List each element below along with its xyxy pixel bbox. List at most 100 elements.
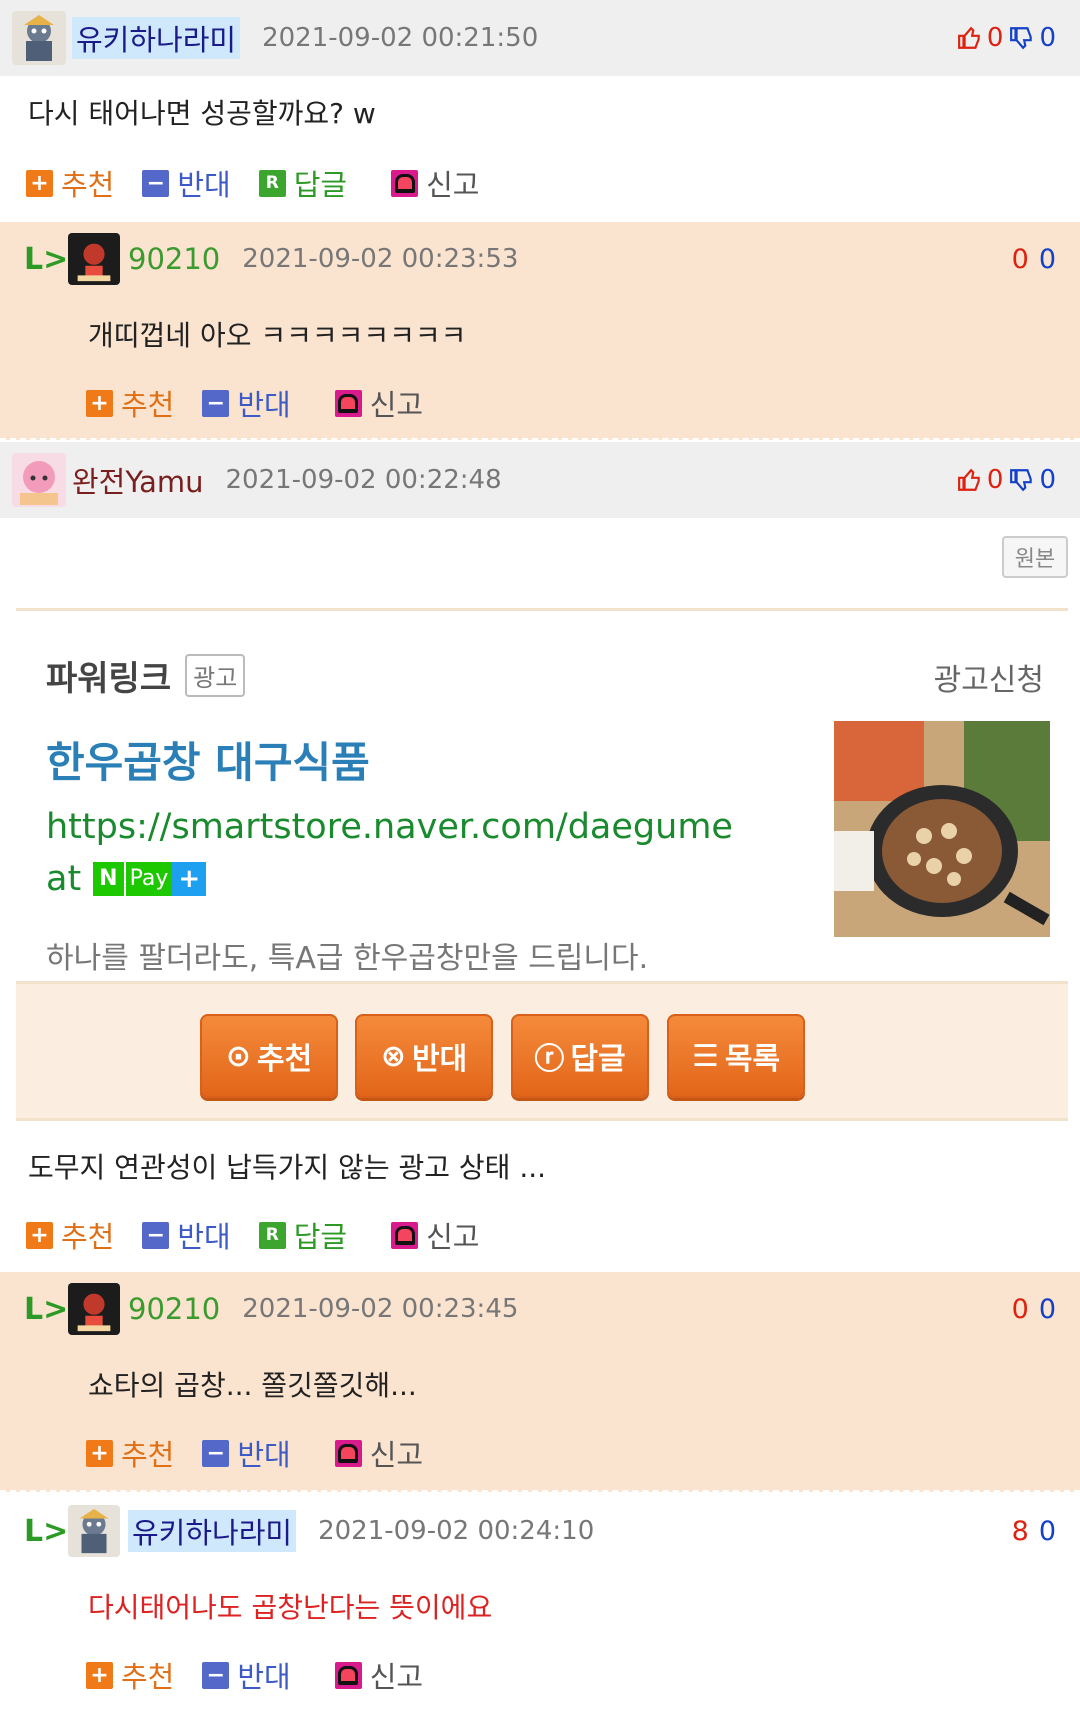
report-button[interactable]: 신고: [391, 162, 480, 204]
recommend-label: 추천: [61, 168, 115, 202]
siren-icon: [334, 1439, 362, 1467]
oppose-button[interactable]: − 반대: [142, 1214, 231, 1256]
ad-title[interactable]: 한우곱창 대구식품: [46, 729, 370, 790]
reply-arrow-icon: L>: [24, 1291, 69, 1327]
user-nickname[interactable]: 완전Yamu: [72, 459, 203, 501]
reply-button[interactable]: R 답글: [258, 162, 348, 204]
report-button[interactable]: 신고: [391, 1214, 480, 1256]
up-count: 0: [986, 23, 1004, 53]
siren-icon: [391, 1221, 419, 1249]
board-list-button[interactable]: ☰ 목록: [667, 1014, 805, 1098]
board-recommend-button[interactable]: ⊙ 추천: [200, 1014, 338, 1098]
reply-item: L> 유키하나라미 2021-09-02 00:24:10 80 다시태어나도 …: [0, 1494, 1080, 1711]
user-nickname[interactable]: 90210: [128, 242, 220, 276]
reply-up-count: 8: [1011, 1515, 1029, 1547]
down-count: 0: [1039, 465, 1056, 495]
oppose-button[interactable]: − 반대: [142, 162, 231, 204]
npay-badge: N Pay +: [93, 862, 207, 896]
oppose-button[interactable]: − 반대: [202, 1654, 291, 1696]
oppose-button[interactable]: − 반대: [202, 382, 291, 424]
oppose-label: 반대: [177, 1220, 231, 1254]
report-button[interactable]: 신고: [334, 382, 424, 424]
original-button[interactable]: 원본: [1002, 536, 1068, 578]
comment-header: 완전Yamu 2021-09-02 00:22:48 0 0: [0, 442, 1080, 518]
ad-url[interactable]: https://smartstore.naver.com/daegume at …: [46, 801, 733, 905]
reply-text: 다시태어나도 곱창난다는 뜻이에요: [88, 1591, 493, 1624]
report-label: 신고: [426, 1220, 480, 1254]
reply-text: 개띠껍네 아오 ㅋㅋㅋㅋㅋㅋㅋㅋ: [88, 319, 467, 352]
thumb-down-icon[interactable]: [1009, 25, 1035, 51]
user-avatar[interactable]: [68, 1505, 120, 1557]
ad-description: 하나를 팔더라도, 특A급 한우곱창만을 드립니다.: [46, 941, 649, 976]
reply-time: 2021-09-02 00:23:45: [242, 1294, 519, 1324]
board-oppose-button[interactable]: ⊗ 반대: [355, 1014, 493, 1098]
oppose-label: 반대: [237, 1438, 291, 1472]
reply-header: L> 90210 2021-09-02 00:23:53 00: [0, 224, 1080, 294]
reply-label: 답글: [293, 168, 348, 202]
circle-r-icon: ⓡ: [534, 1042, 565, 1077]
npay-pay-label: Pay: [125, 862, 173, 896]
reply-item: L> 90210 2021-09-02 00:23:45 00 쇼타의 곱창..…: [0, 1272, 1080, 1492]
reply-down-count: 0: [1038, 1515, 1056, 1547]
thumb-up-icon[interactable]: [957, 25, 983, 51]
plus-icon: +: [86, 1439, 113, 1467]
recommend-button[interactable]: + 추천: [86, 382, 174, 424]
reply-votes: 00: [1012, 244, 1056, 275]
board-reply-button[interactable]: ⓡ 답글: [511, 1014, 649, 1098]
ad-header: 파워링크 광고: [46, 651, 246, 700]
thumb-down-icon[interactable]: [1009, 467, 1035, 493]
vote-counts: 0 0: [951, 23, 1056, 53]
recommend-button[interactable]: + 추천: [86, 1432, 174, 1474]
user-nickname[interactable]: 90210: [128, 1292, 220, 1326]
recommend-label: 추천: [121, 1660, 175, 1694]
comment-actions: + 추천 − 반대 R 답글 신고: [26, 1214, 508, 1256]
ad-food-image[interactable]: [834, 721, 1050, 937]
oppose-label: 반대: [237, 388, 291, 422]
npay-n-icon: N: [93, 862, 124, 896]
reply-button[interactable]: R 답글: [258, 1214, 347, 1256]
ad-apply-link[interactable]: 광고신청: [934, 655, 1044, 699]
minus-icon: −: [142, 169, 170, 197]
board-recommend-label: 추천: [256, 1042, 313, 1077]
recommend-button[interactable]: + 추천: [26, 1214, 114, 1256]
reply-arrow-icon: L>: [24, 1513, 69, 1549]
plus-icon: +: [26, 169, 53, 197]
ad-url-line: https://smartstore.naver.com/daegume: [46, 807, 733, 847]
reply-item: L> 90210 2021-09-02 00:23:53 00 개띠껍네 아오 …: [0, 222, 1080, 440]
user-avatar[interactable]: [12, 11, 66, 65]
comment-actions: + 추천 − 반대 R 답글 신고: [26, 162, 508, 204]
report-button[interactable]: 신고: [334, 1432, 424, 1474]
user-nickname[interactable]: 유키하나라미: [128, 1510, 297, 1552]
comment-text: 다시 태어나면 성공할까요? w: [28, 97, 376, 130]
report-button[interactable]: 신고: [334, 1654, 424, 1696]
reply-actions: + 추천 − 반대 신고: [86, 1654, 451, 1696]
powerlink-label: 파워링크: [46, 659, 172, 699]
minus-icon: −: [202, 1439, 230, 1467]
board-oppose-label: 반대: [411, 1042, 468, 1077]
comment-header: 유키하나라미 2021-09-02 00:21:50 0 0: [0, 0, 1080, 76]
reply-votes: 80: [1012, 1516, 1056, 1547]
user-avatar[interactable]: [68, 1283, 120, 1335]
reply-down-count: 0: [1038, 243, 1056, 275]
report-label: 신고: [369, 1660, 424, 1694]
thumb-up-icon[interactable]: [957, 467, 983, 493]
minus-icon: −: [142, 1221, 170, 1249]
comment-time: 2021-09-02 00:22:48: [225, 465, 502, 495]
user-avatar[interactable]: [68, 233, 120, 285]
plus-icon: +: [26, 1221, 53, 1249]
reply-icon: R: [258, 169, 286, 197]
reply-time: 2021-09-02 00:24:10: [318, 1516, 595, 1546]
minus-icon: −: [202, 389, 230, 417]
user-nickname[interactable]: 유키하나라미: [72, 17, 241, 59]
reply-header: L> 유키하나라미 2021-09-02 00:24:10 80: [0, 1496, 1080, 1566]
ad-badge: 광고: [185, 654, 246, 697]
user-avatar[interactable]: [12, 453, 66, 507]
oppose-button[interactable]: − 반대: [202, 1432, 291, 1474]
reply-actions: + 추천 − 반대 신고: [86, 382, 451, 424]
recommend-button[interactable]: + 추천: [26, 162, 114, 204]
ad-content: 파워링크 광고 광고신청 한우곱창 대구식품 https://smartstor…: [16, 611, 1068, 981]
report-label: 신고: [369, 388, 424, 422]
report-label: 신고: [369, 1438, 424, 1472]
recommend-button[interactable]: + 추천: [86, 1654, 174, 1696]
reply-down-count: 0: [1038, 1293, 1056, 1325]
